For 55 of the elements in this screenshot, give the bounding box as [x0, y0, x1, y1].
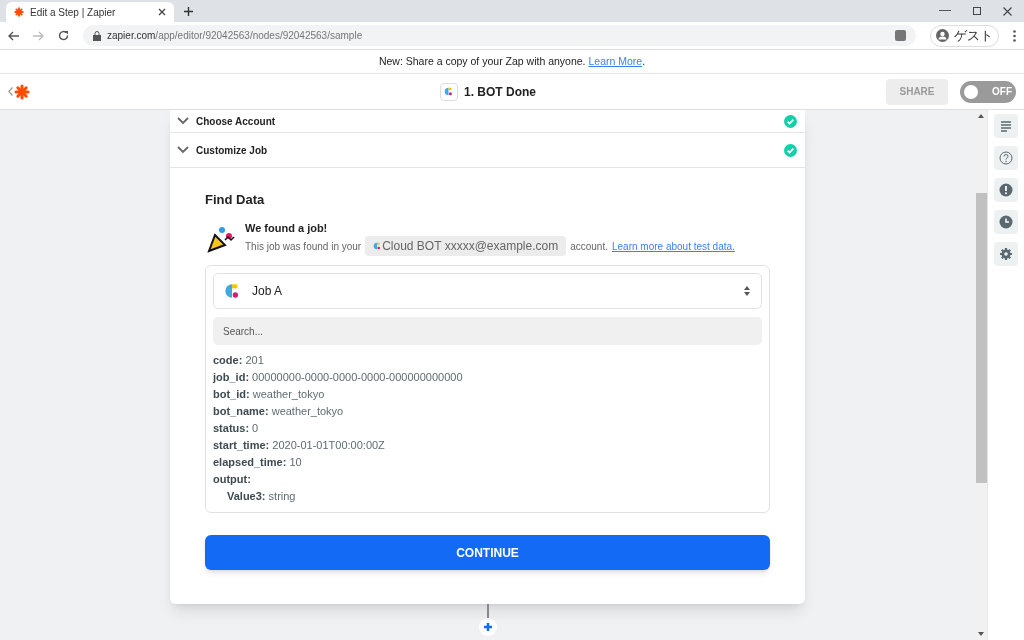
close-icon[interactable] [1003, 7, 1012, 16]
step-section-header[interactable]: Choose Account [170, 110, 805, 133]
notes-icon[interactable] [994, 114, 1018, 138]
data-field: code: 201 [213, 352, 762, 369]
asterisk-logo-icon [14, 7, 24, 17]
help-icon[interactable] [994, 146, 1018, 170]
url-text: zapier.com/app/editor/92042563/nodes/92042563/sample [107, 29, 364, 43]
app-logo-icon [444, 87, 454, 96]
found-title: We found a job! [245, 220, 329, 236]
announcement-text: New: Share a copy of your Zap with anyone. Learn More. [378, 53, 646, 69]
account-chip: Cloud BOT xxxxx@example.com [365, 236, 567, 256]
data-field: elapsed_time: 10 [213, 454, 762, 471]
person-icon [936, 29, 949, 42]
close-icon[interactable] [158, 8, 166, 16]
scrollbar[interactable] [975, 110, 987, 640]
reload-icon[interactable] [58, 30, 69, 41]
data-field: bot_name: weather_tokyo [213, 403, 762, 420]
search-field[interactable]: Search... [213, 317, 762, 345]
section-title: Find Data [205, 191, 266, 209]
found-message-end: account. [570, 239, 608, 254]
continue-button[interactable]: CONTINUE [205, 535, 770, 570]
asterisk-logo-icon [14, 83, 30, 100]
new-tab-icon[interactable] [184, 7, 193, 16]
step-title: 1. BOT Done [464, 83, 536, 101]
back-icon[interactable] [8, 30, 19, 41]
chevron-down-icon [177, 146, 189, 154]
step-section-header[interactable]: Customize Job [170, 133, 805, 168]
data-field: start_time: 2020-01-01T00:00:00Z [213, 437, 762, 454]
test-data-link[interactable]: Learn more about test data. [612, 238, 735, 254]
sort-arrows-icon [743, 285, 751, 297]
browser-tab[interactable]: Edit a Step | Zapier [6, 2, 174, 22]
tab-title: Edit a Step | Zapier [30, 5, 117, 20]
app-logo-icon [224, 283, 240, 299]
restore-icon[interactable] [973, 7, 981, 15]
settings-icon[interactable] [994, 242, 1018, 266]
data-field: status: 0 [213, 420, 762, 437]
data-field: job_id: 00000000-0000-0000-0000-000000000000 [213, 369, 762, 386]
chevron-down-icon [177, 117, 189, 125]
scroll-down-icon[interactable] [978, 632, 984, 636]
menu-icon[interactable] [1013, 29, 1016, 42]
address-bar[interactable]: zapier.com/app/editor/92042563/nodes/92042563/sample [83, 25, 916, 46]
job-select[interactable]: Job A [213, 273, 762, 309]
data-field: Value3: string [213, 488, 762, 505]
add-step-button[interactable] [478, 618, 497, 636]
plus-icon [482, 622, 493, 632]
data-field: bot_id: weather_tokyo [213, 386, 762, 403]
check-circle-icon [784, 143, 797, 157]
scroll-up-icon[interactable] [978, 114, 984, 118]
lock-icon [93, 30, 101, 41]
app-logo-icon [373, 242, 382, 250]
found-message: This job was found in your [245, 239, 362, 254]
alert-icon[interactable] [994, 178, 1018, 202]
data-field: output: [213, 471, 762, 488]
clock-icon[interactable] [994, 210, 1018, 234]
check-circle-icon [784, 114, 797, 128]
